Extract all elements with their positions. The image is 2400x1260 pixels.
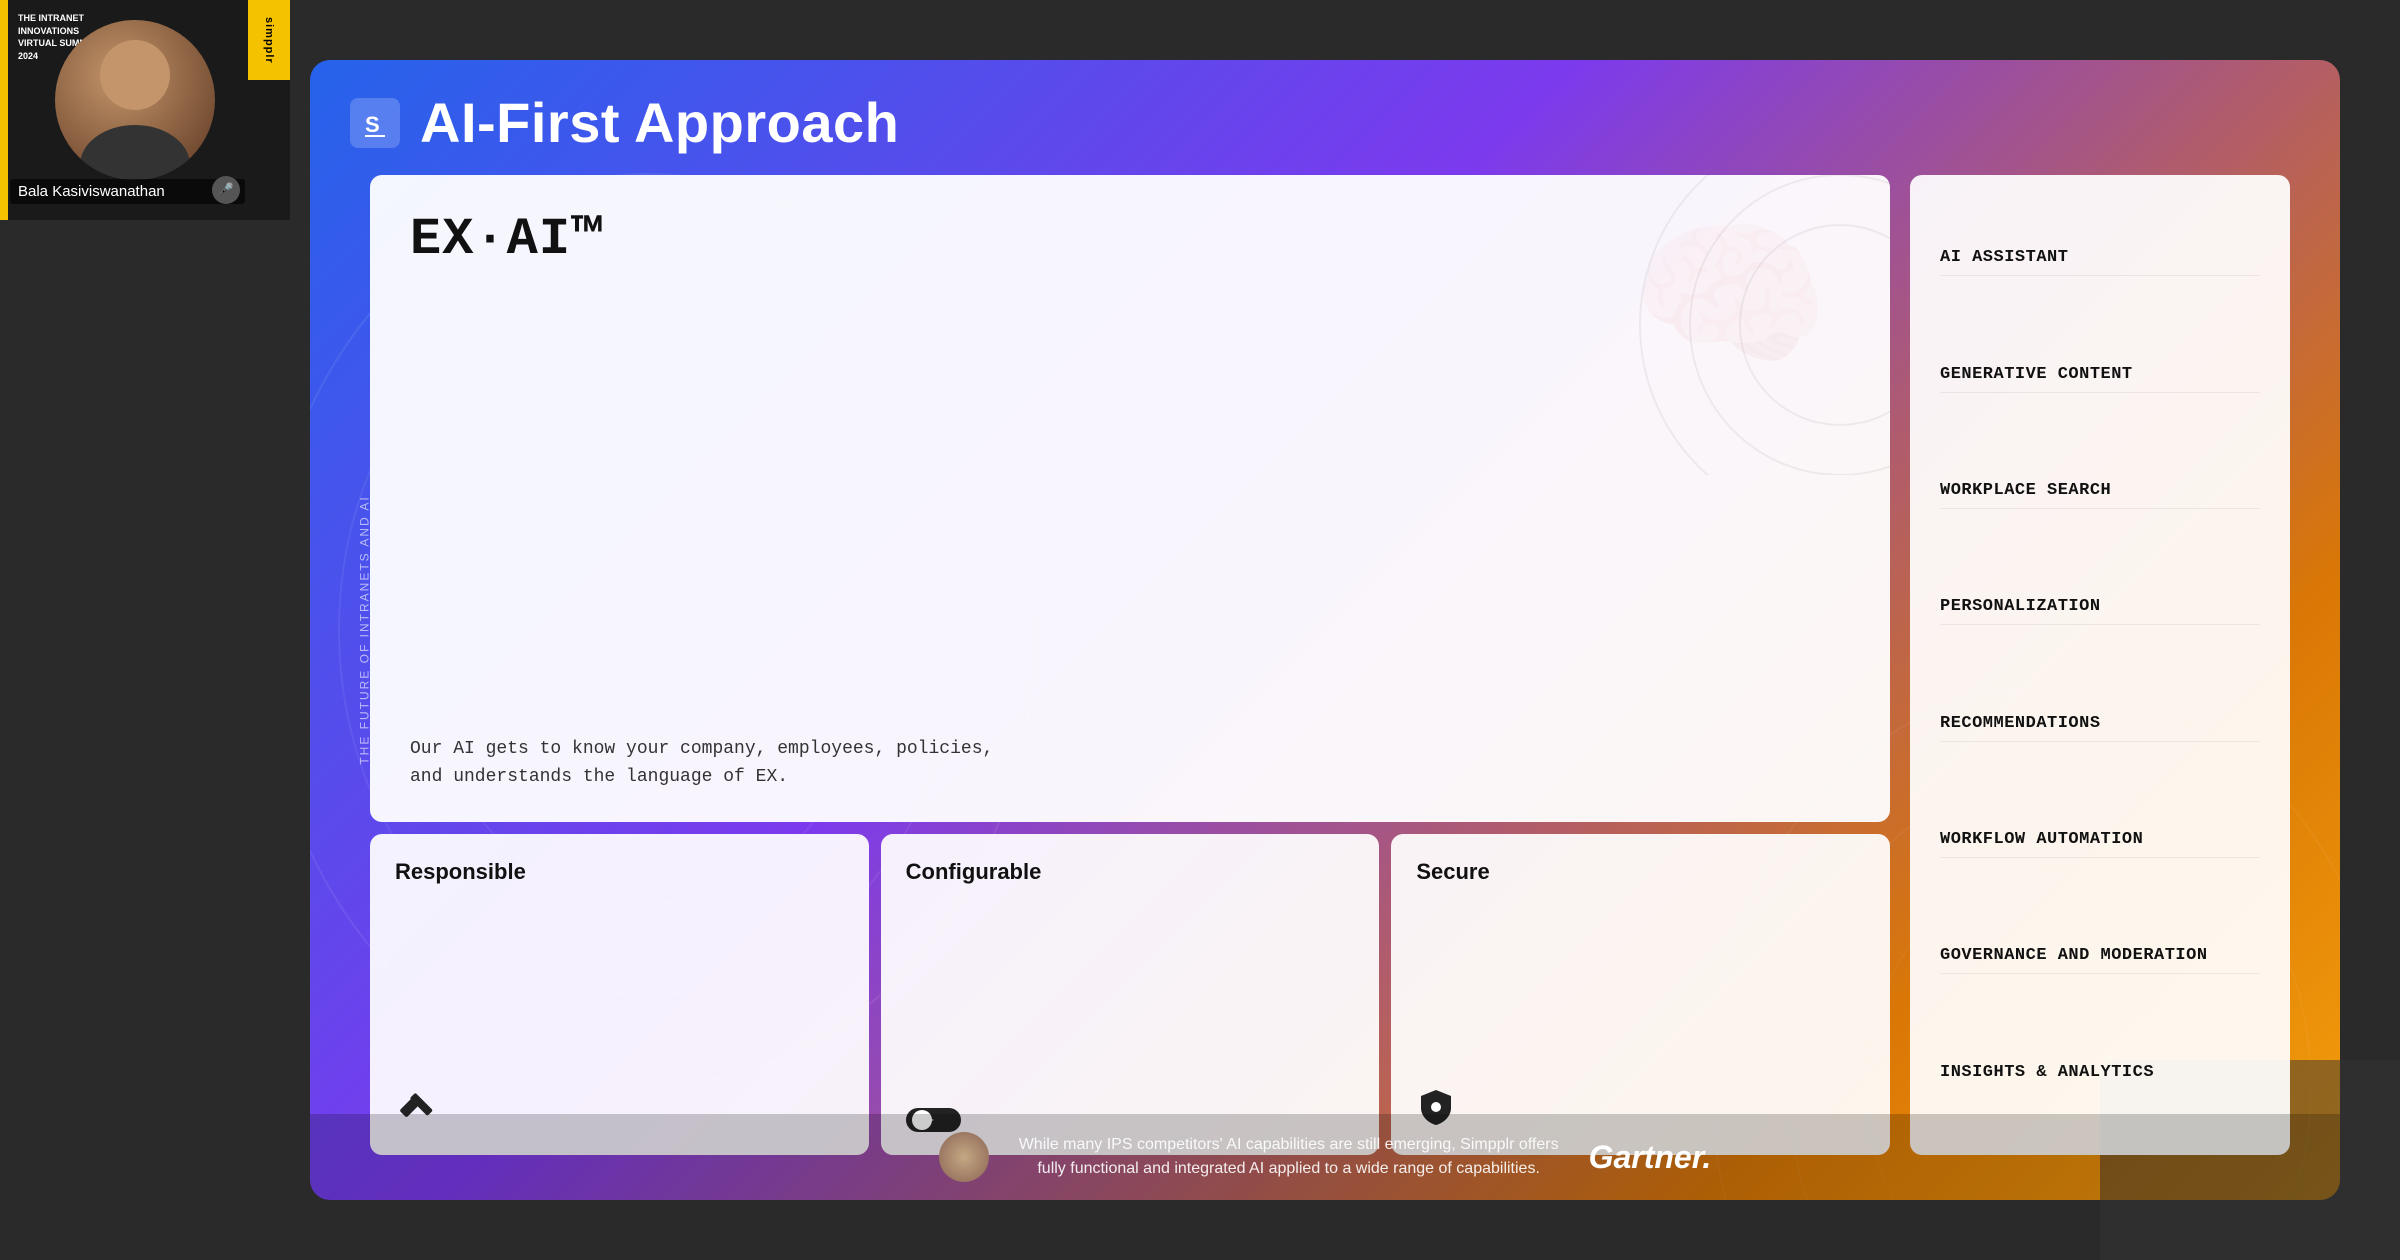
- main-slide: S AI-First Approach THE FUTURE OF INTRAN…: [310, 60, 2340, 1200]
- speaker-avatar: [55, 20, 215, 180]
- configurable-card: Configurable: [881, 834, 1380, 1155]
- slide-header: S AI-First Approach: [310, 60, 2340, 175]
- avatar-svg: [55, 20, 215, 180]
- slide-logo: S: [350, 98, 400, 148]
- slide-title: AI-First Approach: [420, 90, 899, 155]
- yellow-bar: [0, 0, 8, 220]
- capability-generative-content: GENERATIVE CONTENT: [1940, 357, 2260, 393]
- main-cards-area: EX·AI™ 🧠 Our AI gets to know your compan…: [370, 175, 1890, 1155]
- capability-workplace-search: WORKPLACE SEARCH: [1940, 473, 2260, 509]
- secure-card: Secure: [1391, 834, 1890, 1155]
- capability-personalization: PERSONALIZATION: [1940, 589, 2260, 625]
- speaker-name: Bala Kasiviswanathan: [10, 179, 245, 204]
- capability-ai-assistant: AI ASSISTANT: [1940, 240, 2260, 276]
- capability-governance: GOVERNANCE AND MODERATION: [1940, 938, 2260, 974]
- webcam-panel: THE INTRANET INNOVATIONS VIRTUAL SUMMIT …: [0, 0, 290, 220]
- mic-icon: 🎤: [212, 176, 240, 204]
- footer-text: While many IPS competitors' AI capabilit…: [1019, 1133, 1559, 1181]
- svg-text:S: S: [365, 112, 380, 137]
- gartner-logo: Gartner.: [1589, 1139, 1712, 1176]
- capability-insights-analytics: INSIGHTS & ANALYTICS: [1940, 1055, 2260, 1090]
- responsible-card: Responsible: [370, 834, 869, 1155]
- secure-title: Secure: [1416, 859, 1865, 885]
- responsible-title: Responsible: [395, 859, 844, 885]
- capability-workflow-automation: WORKFLOW AUTOMATION: [1940, 822, 2260, 858]
- capability-recommendations: RECOMMENDATIONS: [1940, 706, 2260, 742]
- configurable-title: Configurable: [906, 859, 1355, 885]
- card-arcs: [1490, 175, 1890, 475]
- slide-footer: While many IPS competitors' AI capabilit…: [310, 1114, 2340, 1200]
- footer-avatar: [939, 1132, 989, 1182]
- simpplr-badge: simpplr: [248, 0, 290, 80]
- capabilities-card: AI ASSISTANT GENERATIVE CONTENT WORKPLAC…: [1910, 175, 2290, 1155]
- side-label: THE FUTURE OF INTRANETS AND AI: [358, 495, 372, 764]
- slide-content: EX·AI™ 🧠 Our AI gets to know your compan…: [310, 175, 2340, 1155]
- feature-cards-row: Responsible Configurable: [370, 834, 1890, 1155]
- ex-ai-description: Our AI gets to know your company, employ…: [410, 735, 1850, 793]
- ex-ai-card: EX·AI™ 🧠 Our AI gets to know your compan…: [370, 175, 1890, 822]
